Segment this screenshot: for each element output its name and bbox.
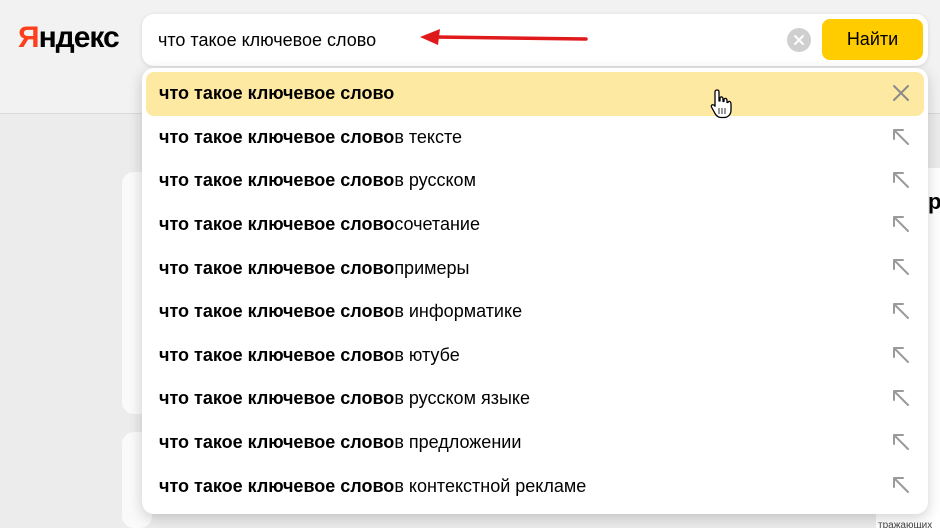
suggestion-rest-text: сочетание (394, 214, 480, 235)
suggestion-item[interactable]: что такое ключевое слово в предложении (146, 421, 924, 465)
insert-arrow-icon[interactable] (890, 213, 912, 235)
suggestion-rest-text: примеры (394, 257, 470, 278)
suggestion-bold-text: что такое ключевое слово (159, 344, 395, 365)
insert-arrow-icon[interactable] (890, 169, 912, 191)
side-panel-text: тражающих (878, 520, 933, 528)
close-icon[interactable] (890, 82, 912, 104)
insert-arrow-icon[interactable] (890, 256, 912, 278)
suggestion-bold-text: что такое ключевое слово (159, 301, 395, 322)
side-panel-heading: р (928, 189, 940, 214)
insert-arrow-icon[interactable] (890, 126, 912, 148)
suggestion-bold-text: что такое ключевое слово (159, 170, 395, 191)
suggestion-item[interactable]: что такое ключевое слово (146, 72, 924, 116)
suggestion-bold-text: что такое ключевое слово (159, 214, 395, 235)
suggestion-rest-text: в тексте (394, 126, 463, 147)
suggestion-rest-text: в ютубе (394, 344, 460, 365)
suggestion-rest-text: в русском (394, 170, 476, 191)
suggestion-bold-text: что такое ключевое слово (159, 475, 395, 496)
suggestion-rest-text: в информатике (394, 301, 523, 322)
suggestions-dropdown: что такое ключевое слово что такое ключе… (142, 68, 928, 514)
suggestion-item[interactable]: что такое ключевое слово в ютубе (146, 334, 924, 378)
search-input[interactable]: что такое ключевое слово (158, 26, 438, 54)
insert-arrow-icon[interactable] (890, 431, 912, 453)
search-button[interactable]: Найти (822, 19, 923, 60)
suggestion-item[interactable]: что такое ключевое слово в русском языке (146, 377, 924, 421)
suggestion-item[interactable]: что такое ключевое слово в контекстной р… (146, 464, 924, 508)
suggestion-bold-text: что такое ключевое слово (159, 432, 395, 453)
suggestion-bold-text: что такое ключевое слово (159, 388, 395, 409)
suggestion-bold-text: что такое ключевое слово (159, 83, 395, 104)
insert-arrow-icon[interactable] (890, 344, 912, 366)
close-icon (794, 35, 804, 45)
hand-pointer-cursor-icon (710, 89, 732, 119)
insert-arrow-icon[interactable] (890, 474, 912, 496)
yandex-logo[interactable]: Яндекс (18, 20, 120, 56)
suggestion-item[interactable]: что такое ключевое слово в русском (146, 159, 924, 203)
suggestion-rest-text: в контекстной рекламе (394, 475, 587, 496)
suggestion-item[interactable]: что такое ключевое слово примеры (146, 246, 924, 290)
suggestion-bold-text: что такое ключевое слово (159, 257, 395, 278)
annotation-arrow (420, 29, 588, 45)
suggestion-rest-text: в русском языке (394, 388, 530, 409)
suggestion-item[interactable]: что такое ключевое слово в тексте (146, 116, 924, 160)
clear-query-button[interactable] (787, 28, 811, 52)
suggestion-item[interactable]: что такое ключевое слово сочетание (146, 203, 924, 247)
suggestion-item[interactable]: что такое ключевое слово в информатике (146, 290, 924, 334)
suggestion-bold-text: что такое ключевое слово (159, 126, 395, 147)
suggestion-rest-text: в предложении (394, 432, 522, 453)
insert-arrow-icon[interactable] (890, 387, 912, 409)
insert-arrow-icon[interactable] (890, 300, 912, 322)
